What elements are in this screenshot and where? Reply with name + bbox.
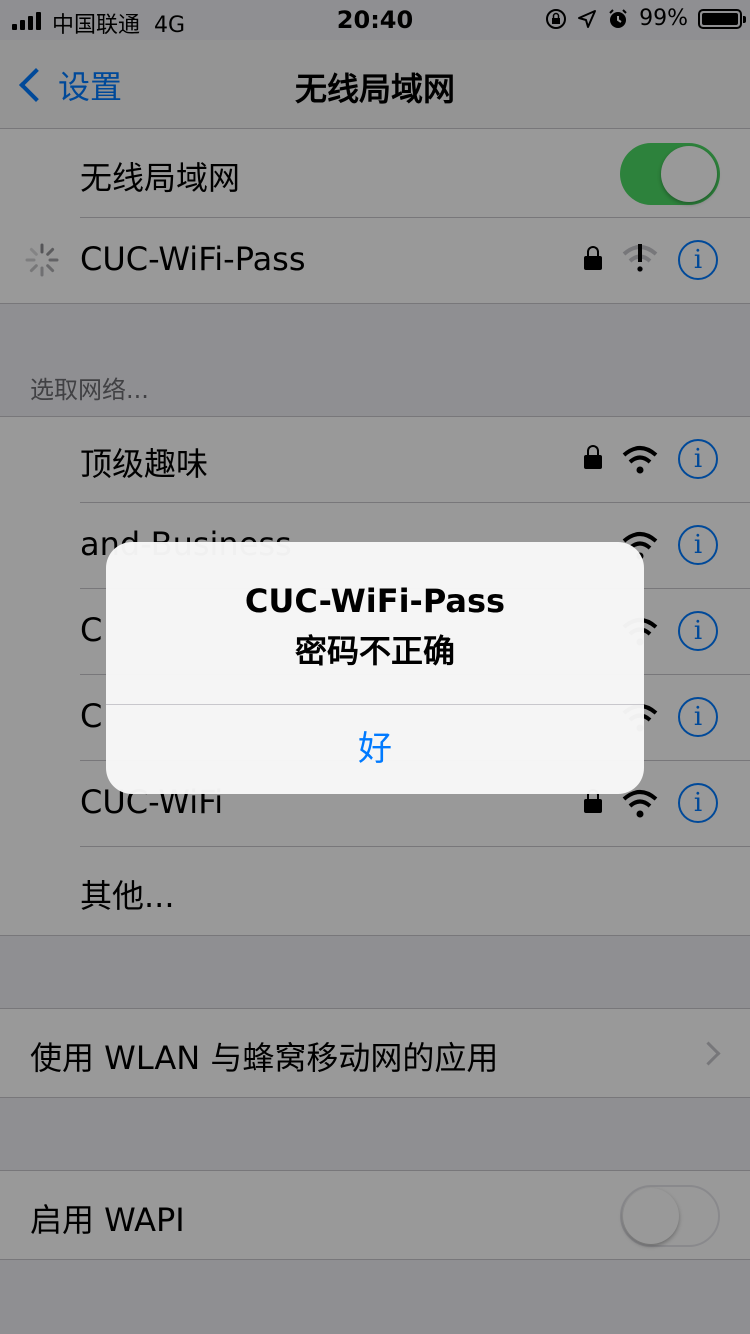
alert-ok-button[interactable]: 好 (106, 705, 644, 794)
alert-title: CUC-WiFi-Pass (244, 582, 506, 620)
alert-message: 密码不正确 (294, 632, 455, 670)
alert-dialog: CUC-WiFi-Pass 密码不正确 好 (106, 542, 644, 794)
